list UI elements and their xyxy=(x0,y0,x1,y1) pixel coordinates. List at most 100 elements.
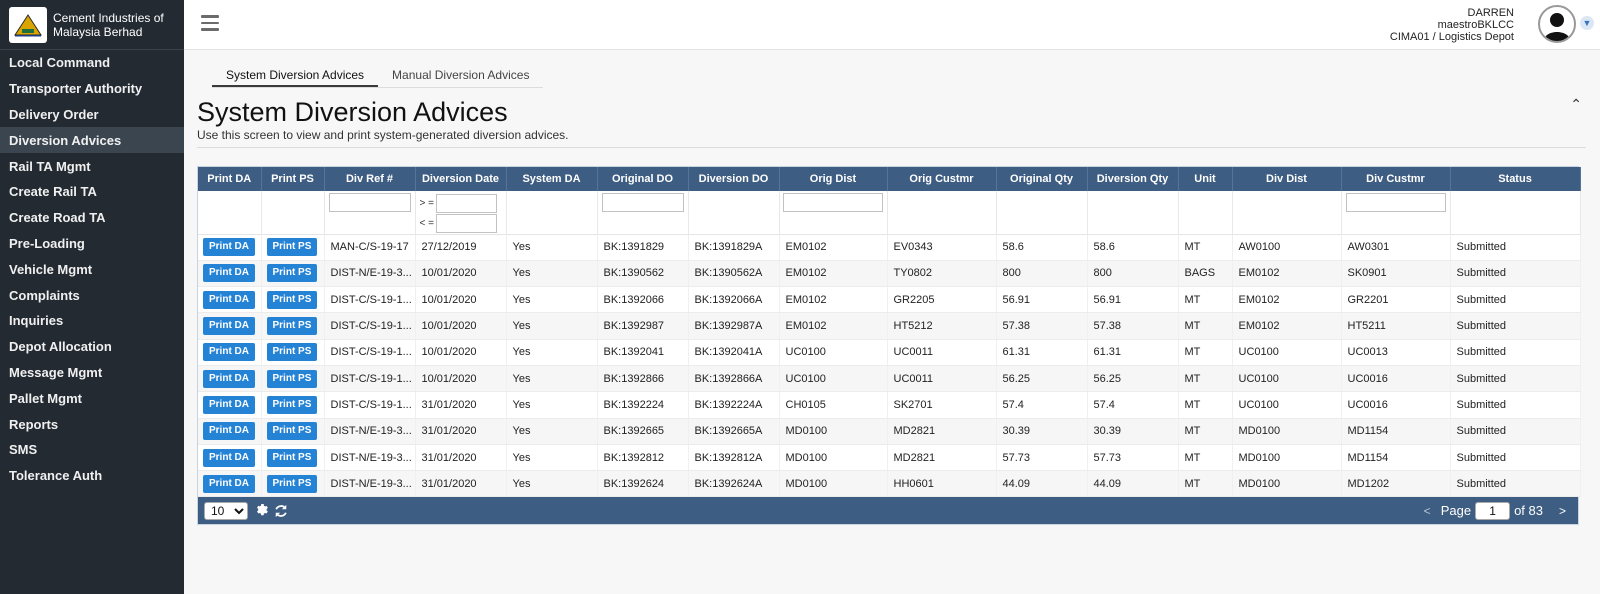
avatar[interactable] xyxy=(1538,5,1576,43)
table-cell: EM0102 xyxy=(1232,312,1342,340)
column-header-div-ref[interactable]: Div Ref # xyxy=(324,167,416,191)
table-row: Print DA Print PS DIST-C/S-19-1... 31/01/20… xyxy=(198,391,1581,419)
column-header-original-do[interactable]: Original DO xyxy=(597,167,689,191)
sidebar-item-delivery-order[interactable]: Delivery Order xyxy=(0,102,184,128)
column-header-system-da[interactable]: System DA xyxy=(506,167,598,191)
column-header-diversion-qty[interactable]: Diversion Qty xyxy=(1087,167,1179,191)
table-cell: 57.73 xyxy=(1087,444,1179,472)
sidebar-item-pre-loading[interactable]: Pre-Loading xyxy=(0,231,184,257)
sidebar-item-vehicle-mgmt[interactable]: Vehicle Mgmt xyxy=(0,256,184,282)
print-da-button[interactable]: Print DA xyxy=(203,238,255,257)
sidebar-item-reports[interactable]: Reports xyxy=(0,411,184,437)
column-header-unit[interactable]: Unit xyxy=(1178,167,1233,191)
table-cell: Print DA xyxy=(198,391,262,419)
next-page-chevron-right-icon[interactable]: > xyxy=(1559,504,1566,518)
table-cell: BK:1392665A xyxy=(688,418,780,445)
diversion-date-from-input[interactable] xyxy=(435,193,497,213)
menu-toggle-icon[interactable] xyxy=(201,15,219,31)
table-cell: Submitted xyxy=(1450,339,1581,366)
print-ps-button[interactable]: Print PS xyxy=(266,422,318,441)
print-da-button[interactable]: Print DA xyxy=(203,448,255,467)
print-ps-button[interactable]: Print PS xyxy=(266,317,318,336)
table-cell: 10/01/2020 xyxy=(415,339,507,366)
tab-system-diversion-advices[interactable]: System Diversion Advices xyxy=(212,66,379,87)
orig-dist-filter-input[interactable] xyxy=(783,193,883,212)
column-header-div-dist[interactable]: Div Dist xyxy=(1232,167,1342,191)
original-do-filter-input[interactable] xyxy=(601,193,684,212)
diversion-date-to-input[interactable] xyxy=(435,213,497,233)
table-cell: 56.91 xyxy=(1087,286,1179,314)
sidebar-item-pallet-mgmt[interactable]: Pallet Mgmt xyxy=(0,385,184,411)
table-cell: Print DA xyxy=(198,365,262,393)
print-da-button[interactable]: Print DA xyxy=(203,395,255,414)
column-header-print-da[interactable]: Print DA xyxy=(198,167,262,191)
table-cell: 30.39 xyxy=(996,418,1088,445)
table-cell: MD0100 xyxy=(1232,470,1342,498)
table-cell: 56.25 xyxy=(1087,365,1179,393)
refresh-icon[interactable] xyxy=(274,504,288,518)
sidebar: Cement Industries of Malaysia Berhad Loc… xyxy=(0,0,184,594)
collapse-chevron-up-icon[interactable]: ⌃ xyxy=(1570,96,1582,113)
sidebar-item-message-mgmt[interactable]: Message Mgmt xyxy=(0,360,184,386)
filter-cell-empty xyxy=(1232,191,1342,235)
sidebar-item-create-rail-ta[interactable]: Create Rail TA xyxy=(0,179,184,205)
sidebar-item-inquiries[interactable]: Inquiries xyxy=(0,308,184,334)
column-header-diversion-do[interactable]: Diversion DO xyxy=(688,167,780,191)
table-cell: 58.6 xyxy=(996,234,1088,261)
table-cell: 61.31 xyxy=(996,339,1088,366)
sidebar-item-local-command[interactable]: Local Command xyxy=(0,50,184,76)
sidebar-item-complaints[interactable]: Complaints xyxy=(0,282,184,308)
print-ps-button[interactable]: Print PS xyxy=(266,369,318,388)
user-menu-chevron-down-icon[interactable]: ▼ xyxy=(1580,16,1594,30)
table-cell: EM0102 xyxy=(779,260,888,288)
print-ps-button[interactable]: Print PS xyxy=(266,238,318,257)
prev-page-chevron-left-icon[interactable]: < xyxy=(1424,504,1431,518)
current-page-input[interactable] xyxy=(1475,501,1511,520)
column-header-status[interactable]: Status xyxy=(1450,167,1581,191)
table-cell: BK:1392987A xyxy=(688,312,780,340)
settings-gear-icon[interactable] xyxy=(254,504,268,518)
table-cell: 57.73 xyxy=(996,444,1088,472)
column-header-original-qty[interactable]: Original Qty xyxy=(996,167,1088,191)
column-header-orig-dist[interactable]: Orig Dist xyxy=(779,167,888,191)
column-header-print-ps[interactable]: Print PS xyxy=(261,167,325,191)
table-cell: BK:1392812A xyxy=(688,444,780,472)
filter-cell-empty xyxy=(1178,191,1233,235)
print-da-button[interactable]: Print DA xyxy=(203,317,255,336)
print-da-button[interactable]: Print DA xyxy=(203,343,255,362)
print-da-button[interactable]: Print DA xyxy=(203,474,255,493)
print-ps-button[interactable]: Print PS xyxy=(266,395,318,414)
table-cell: DIST-C/S-19-1... xyxy=(324,365,416,393)
sidebar-item-create-road-ta[interactable]: Create Road TA xyxy=(0,205,184,231)
sidebar-nav: Local Command Transporter Authority Delive… xyxy=(0,50,184,489)
table-cell: MD1154 xyxy=(1341,444,1451,472)
print-da-button[interactable]: Print DA xyxy=(203,290,255,309)
table-cell: 56.91 xyxy=(996,286,1088,314)
sidebar-item-diversion-advices[interactable]: Diversion Advices xyxy=(0,127,184,154)
column-header-diversion-date[interactable]: Diversion Date xyxy=(415,167,507,191)
column-header-orig-custmr[interactable]: Orig Custmr xyxy=(887,167,997,191)
sidebar-item-tolerance-auth[interactable]: Tolerance Auth xyxy=(0,463,184,489)
table-cell: EM0102 xyxy=(1232,286,1342,314)
print-ps-button[interactable]: Print PS xyxy=(266,474,318,493)
tab-manual-diversion-advices[interactable]: Manual Diversion Advices xyxy=(378,66,543,87)
page-size-select[interactable]: 10 xyxy=(204,501,248,520)
print-ps-button[interactable]: Print PS xyxy=(266,448,318,467)
user-name: DARREN xyxy=(1467,7,1514,19)
print-ps-button[interactable]: Print PS xyxy=(266,264,318,283)
sidebar-item-depot-allocation[interactable]: Depot Allocation xyxy=(0,334,184,360)
company-logo xyxy=(9,6,47,43)
print-da-button[interactable]: Print DA xyxy=(203,422,255,441)
print-da-button[interactable]: Print DA xyxy=(203,369,255,388)
div-ref-filter-input[interactable] xyxy=(328,193,411,212)
div-custmr-filter-input[interactable] xyxy=(1345,193,1446,212)
sidebar-item-rail-ta-mgmt[interactable]: Rail TA Mgmt xyxy=(0,153,184,179)
brand[interactable]: Cement Industries of Malaysia Berhad xyxy=(0,0,184,50)
sidebar-item-transporter-authority[interactable]: Transporter Authority xyxy=(0,76,184,102)
print-ps-button[interactable]: Print PS xyxy=(266,290,318,309)
column-header-div-custmr[interactable]: Div Custmr xyxy=(1341,167,1451,191)
print-ps-button[interactable]: Print PS xyxy=(266,343,318,362)
print-da-button[interactable]: Print DA xyxy=(203,264,255,283)
date-from-label: > = xyxy=(419,197,434,209)
sidebar-item-sms[interactable]: SMS xyxy=(0,437,184,463)
